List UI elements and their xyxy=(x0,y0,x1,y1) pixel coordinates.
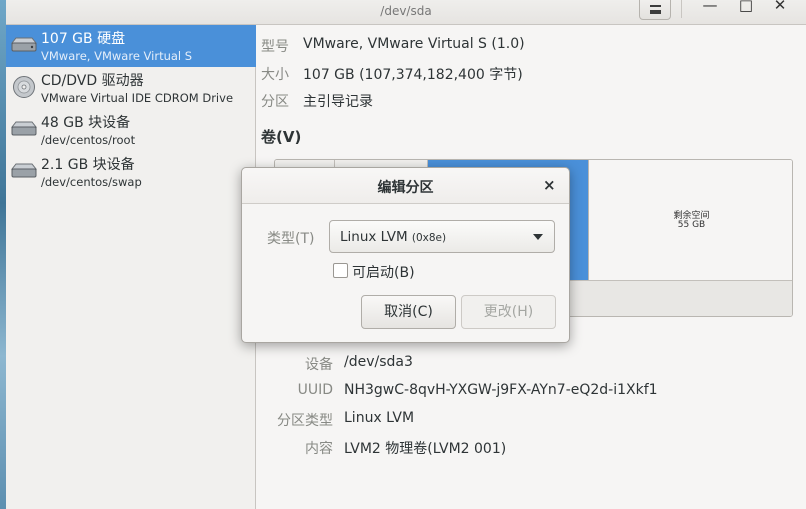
partition-type-selected: Linux LVM (0x8e) xyxy=(340,229,447,245)
model-value: VMware, VMware Virtual S (1.0) xyxy=(303,36,525,52)
maximize-icon[interactable]: □ xyxy=(736,0,756,14)
dialog-title: 编辑分区 xyxy=(377,180,434,196)
close-icon[interactable]: × xyxy=(543,176,556,194)
edit-partition-dialog: 编辑分区 × 类型(T) Linux LVM (0x8e) 可启动(B) 取消(… xyxy=(241,167,570,343)
header-separator xyxy=(681,0,682,18)
device-subtitle: VMware Virtual IDE CDROM Drive xyxy=(41,91,234,105)
block-device-icon xyxy=(10,163,38,178)
model-label: 型号 xyxy=(261,39,289,55)
partition-type-label: 分区类型 xyxy=(277,413,333,429)
device-subtitle: /dev/centos/swap xyxy=(41,175,142,189)
volume-segment-free-space[interactable]: 剩余空间 55 GB xyxy=(588,160,792,280)
size-value: 107 GB (107,374,182,400 字节) xyxy=(303,67,523,83)
device-subtitle: VMware, VMware Virtual S xyxy=(41,49,193,63)
device-name: 48 GB 块设备 xyxy=(41,115,131,131)
free-space-size: 55 GB xyxy=(677,220,706,230)
bootable-label[interactable]: 可启动(B) xyxy=(352,262,415,282)
menu-button[interactable] xyxy=(639,0,671,20)
type-label: 类型(T) xyxy=(267,231,315,247)
cancel-button[interactable]: 取消(C) xyxy=(361,295,456,329)
change-button[interactable]: 更改(H) xyxy=(461,295,556,329)
volumes-heading: 卷(V) xyxy=(261,128,302,146)
optical-disc-icon xyxy=(13,76,35,98)
window-title: /dev/sda xyxy=(380,4,432,18)
hamburger-menu-icon xyxy=(650,5,661,14)
header-bar: /dev/sda — □ ✕ xyxy=(6,0,806,25)
block-device-icon xyxy=(10,121,38,136)
sidebar-item-root-volume[interactable]: 48 GB 块设备 /dev/centos/root xyxy=(6,109,256,151)
partitioning-label: 分区 xyxy=(261,94,289,110)
sidebar-item-cdrom[interactable]: CD/DVD 驱动器 VMware Virtual IDE CDROM Driv… xyxy=(6,67,256,109)
partition-type-dropdown[interactable]: Linux LVM (0x8e) xyxy=(329,220,555,253)
close-window-icon[interactable]: ✕ xyxy=(770,0,790,14)
device-label: 设备 xyxy=(305,357,333,373)
uuid-label: UUID xyxy=(297,382,333,398)
device-name: 107 GB 硬盘 xyxy=(41,31,126,47)
uuid-value: NH3gwC-8qvH-YXGW-j9FX-AYn7-eQ2d-i1Xkf1 xyxy=(344,382,658,398)
size-label: 大小 xyxy=(261,67,289,83)
dialog-header: 编辑分区 × xyxy=(242,168,569,204)
chevron-down-icon xyxy=(533,234,543,240)
device-name: 2.1 GB 块设备 xyxy=(41,157,135,173)
device-sidebar: 107 GB 硬盘 VMware, VMware Virtual S CD/DV… xyxy=(6,25,256,509)
hard-disk-icon xyxy=(10,37,38,52)
contents-label: 内容 xyxy=(305,441,333,457)
contents-value: LVM2 物理卷(LVM2 001) xyxy=(344,441,507,457)
bootable-checkbox[interactable] xyxy=(333,263,348,278)
minimize-icon[interactable]: — xyxy=(700,0,720,14)
sidebar-item-swap-volume[interactable]: 2.1 GB 块设备 /dev/centos/swap xyxy=(6,151,256,193)
device-subtitle: /dev/centos/root xyxy=(41,133,136,147)
device-value: /dev/sda3 xyxy=(344,354,413,370)
partition-type-value: Linux LVM xyxy=(344,410,415,426)
sidebar-item-hard-disk[interactable]: 107 GB 硬盘 VMware, VMware Virtual S xyxy=(6,25,256,67)
device-name: CD/DVD 驱动器 xyxy=(41,73,144,89)
partitioning-value: 主引导记录 xyxy=(303,94,373,110)
